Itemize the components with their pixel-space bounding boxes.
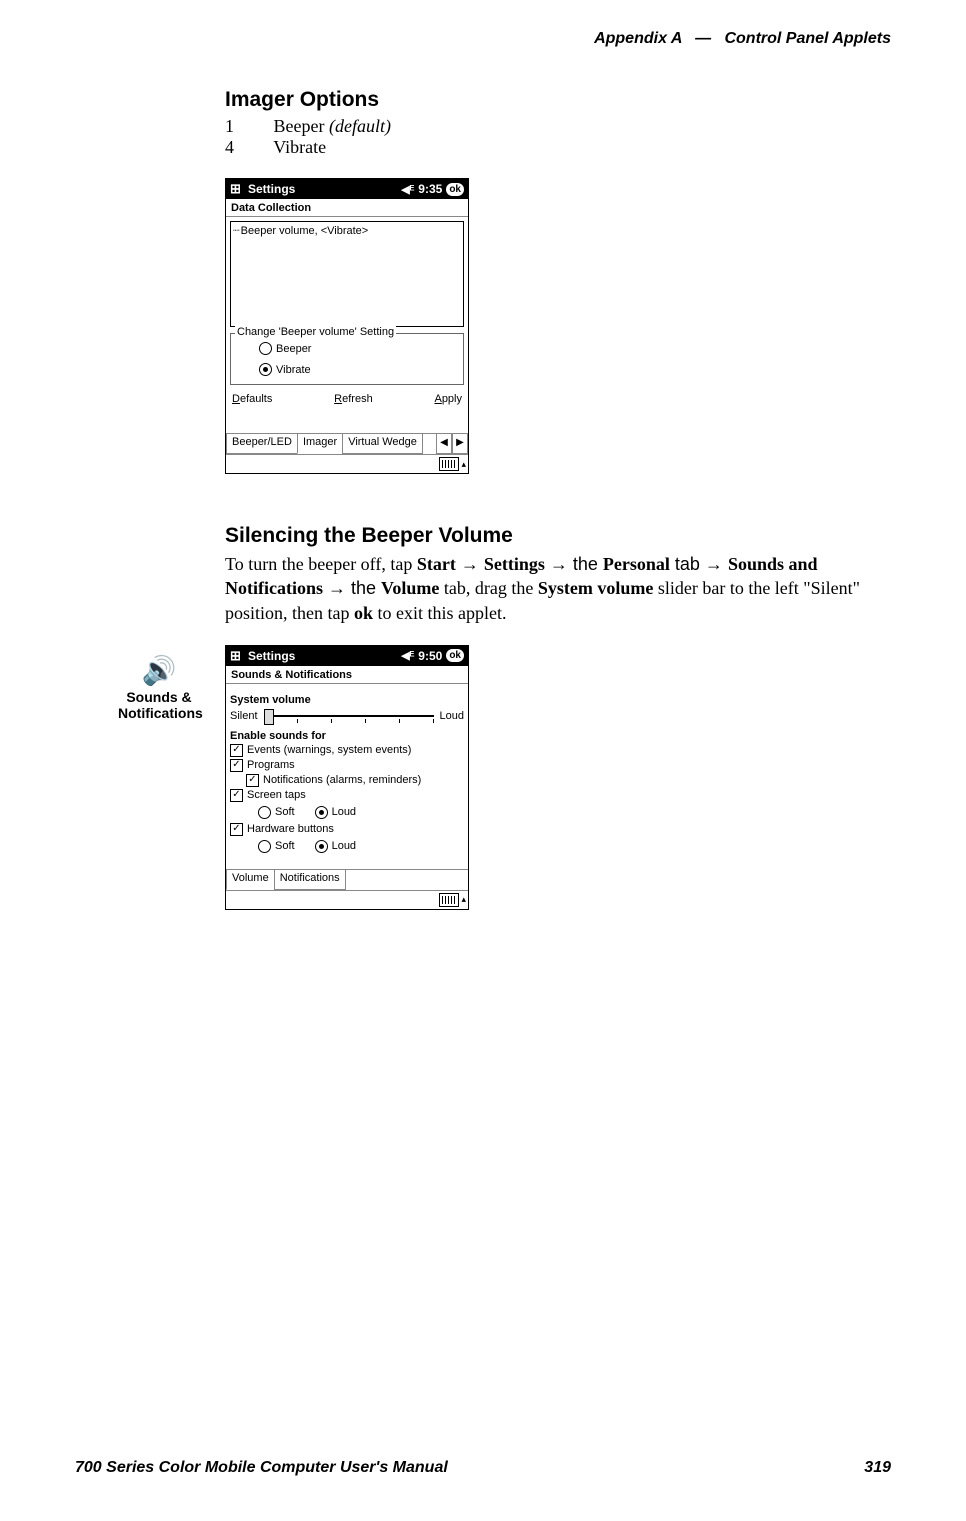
radio-label: Loud xyxy=(332,806,356,818)
silencing-heading: Silencing the Beeper Volume xyxy=(225,524,891,548)
sip-up-icon[interactable]: ▴ xyxy=(461,894,466,905)
tab-imager[interactable]: Imager xyxy=(297,434,343,454)
list-item-label: Beeper volume, <Vibrate> xyxy=(241,225,369,237)
pda-screenshot-data-collection: Settings ◀ᴱ 9:35 ok Data Collection ┈ Be… xyxy=(225,178,469,474)
radio-beeper[interactable]: Beeper xyxy=(259,342,455,355)
page-number: 319 xyxy=(864,1459,891,1477)
system-volume-slider[interactable] xyxy=(264,708,434,724)
radio-label: Loud xyxy=(332,840,356,852)
radio-label: Beeper xyxy=(276,343,311,355)
checkbox-notifications[interactable]: Notifications (alarms, reminders) xyxy=(246,774,464,787)
start-icon[interactable] xyxy=(230,183,244,195)
pda-time: 9:50 xyxy=(418,649,442,663)
checkbox-events[interactable]: Events (warnings, system events) xyxy=(230,744,464,757)
pda-time: 9:35 xyxy=(418,182,442,196)
tab-scroll-right-icon[interactable]: ▶ xyxy=(452,434,468,454)
pda-title: Settings xyxy=(248,649,295,663)
appendix-label: Appendix A xyxy=(594,30,682,47)
system-volume-label: System volume xyxy=(230,694,464,706)
sip-bar: ▴ xyxy=(226,454,468,473)
group-legend: Change 'Beeper volume' Setting xyxy=(235,326,396,338)
pda-titlebar: Settings ◀ᴱ 9:35 ok xyxy=(226,179,468,199)
settings-listbox[interactable]: ┈ Beeper volume, <Vibrate> xyxy=(230,221,464,327)
change-setting-group: Change 'Beeper volume' Setting Beeper Vi… xyxy=(230,333,464,385)
page-footer: 700 Series Color Mobile Computer User's … xyxy=(75,1459,891,1477)
option-number: 1 xyxy=(225,116,269,137)
keyboard-icon[interactable] xyxy=(439,893,459,907)
checkbox-icon xyxy=(230,823,243,836)
sip-bar: ▴ xyxy=(226,890,468,909)
checkbox-label: Programs xyxy=(247,759,295,771)
checkbox-label: Screen taps xyxy=(247,789,306,801)
slider-loud-label: Loud xyxy=(440,710,464,722)
sidebar-icon-label: Sounds & Notifications xyxy=(118,689,203,721)
checkbox-icon xyxy=(246,774,259,787)
silencing-paragraph: To turn the beeper off, tap Start → Sett… xyxy=(225,552,891,625)
sounds-notifications-applet-icon: 🔊 Sounds & Notifications xyxy=(118,657,200,721)
manual-title: 700 Series Color Mobile Computer User's … xyxy=(75,1459,448,1477)
imager-options-heading: Imager Options xyxy=(225,88,891,112)
option-label: Vibrate xyxy=(273,137,326,157)
radio-icon xyxy=(315,806,328,819)
header-title: Control Panel Applets xyxy=(724,30,891,47)
checkbox-label: Hardware buttons xyxy=(247,823,334,835)
checkbox-icon xyxy=(230,789,243,802)
list-item[interactable]: ┈ Beeper volume, <Vibrate> xyxy=(233,224,461,237)
header-separator: — xyxy=(695,30,711,47)
imager-option-row: 1 Beeper (default) xyxy=(225,116,891,137)
sip-up-icon[interactable]: ▴ xyxy=(461,459,466,470)
radio-screentaps-soft[interactable]: Soft xyxy=(258,806,295,819)
tree-dots-icon: ┈ xyxy=(233,224,239,237)
tab-bar: Beeper/LED Imager Virtual Wedge ◀ ▶ xyxy=(226,433,468,454)
radio-icon xyxy=(258,840,271,853)
slider-silent-label: Silent xyxy=(230,710,258,722)
pda-title: Settings xyxy=(248,182,295,196)
tab-volume[interactable]: Volume xyxy=(226,870,275,890)
page-header: Appendix A — Control Panel Applets xyxy=(75,30,891,48)
option-number: 4 xyxy=(225,137,269,158)
radio-icon xyxy=(259,342,272,355)
radio-screentaps-loud[interactable]: Loud xyxy=(315,806,356,819)
radio-vibrate[interactable]: Vibrate xyxy=(259,363,455,376)
ok-button[interactable]: ok xyxy=(446,649,464,662)
pda-screenshot-sounds: Settings ◀ᴱ 9:50 ok Sounds & Notificatio… xyxy=(225,645,469,910)
defaults-button[interactable]: Defaults xyxy=(232,393,272,405)
tab-beeper-led[interactable]: Beeper/LED xyxy=(226,434,298,454)
refresh-button[interactable]: Refresh xyxy=(334,393,373,405)
radio-label: Soft xyxy=(275,806,295,818)
radio-icon xyxy=(315,840,328,853)
radio-icon xyxy=(258,806,271,819)
checkbox-label: Notifications (alarms, reminders) xyxy=(263,774,421,786)
tab-virtual-wedge[interactable]: Virtual Wedge xyxy=(342,434,423,454)
pda-window-title: Data Collection xyxy=(226,199,468,217)
ok-button[interactable]: ok xyxy=(446,183,464,196)
tab-scroll-left-icon[interactable]: ◀ xyxy=(436,434,452,454)
speaker-icon[interactable]: ◀ᴱ xyxy=(401,183,414,196)
tab-notifications[interactable]: Notifications xyxy=(274,870,346,890)
enable-sounds-label: Enable sounds for xyxy=(230,730,464,742)
checkbox-icon xyxy=(230,759,243,772)
tab-bar: Volume Notifications xyxy=(226,869,468,890)
imager-option-row: 4 Vibrate xyxy=(225,137,891,158)
radio-icon xyxy=(259,363,272,376)
pda-window-title: Sounds & Notifications xyxy=(226,666,468,684)
option-label: Beeper xyxy=(274,116,325,136)
checkbox-label: Events (warnings, system events) xyxy=(247,744,411,756)
pda-titlebar: Settings ◀ᴱ 9:50 ok xyxy=(226,646,468,666)
keyboard-icon[interactable] xyxy=(439,457,459,471)
checkbox-hardware-buttons[interactable]: Hardware buttons xyxy=(230,823,464,836)
apply-button[interactable]: Apply xyxy=(434,393,462,405)
checkbox-icon xyxy=(230,744,243,757)
radio-hwbuttons-soft[interactable]: Soft xyxy=(258,840,295,853)
checkbox-programs[interactable]: Programs xyxy=(230,759,464,772)
radio-label: Vibrate xyxy=(276,364,311,376)
checkbox-screen-taps[interactable]: Screen taps xyxy=(230,789,464,802)
speaker-icon[interactable]: ◀ᴱ xyxy=(401,649,414,662)
radio-label: Soft xyxy=(275,840,295,852)
slider-thumb-icon xyxy=(264,709,274,725)
start-icon[interactable] xyxy=(230,650,244,662)
speaker-applet-icon: 🔊 xyxy=(118,657,200,685)
radio-hwbuttons-loud[interactable]: Loud xyxy=(315,840,356,853)
option-suffix: (default) xyxy=(329,116,391,136)
